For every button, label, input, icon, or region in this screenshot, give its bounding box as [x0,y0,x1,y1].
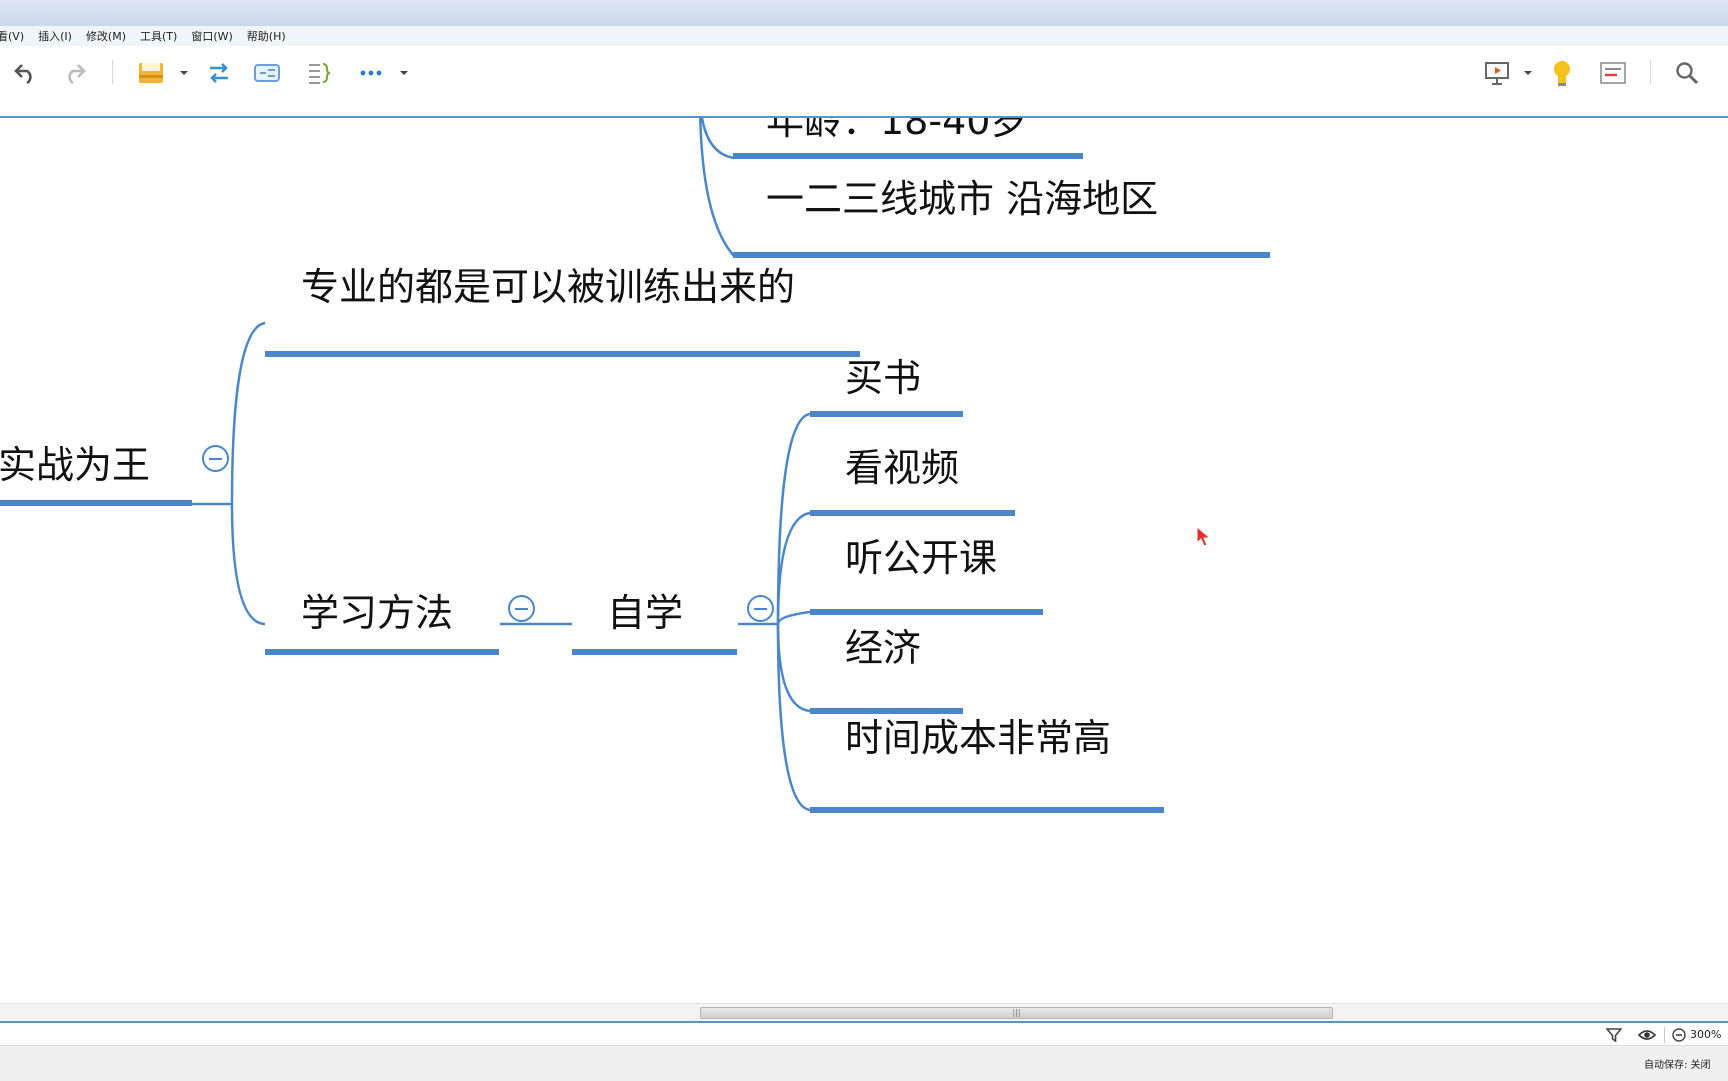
menu-insert[interactable]: 插入(I) [38,28,72,44]
self-study-collapse-button[interactable] [747,595,774,622]
menu-tools[interactable]: 工具(T) [140,28,177,44]
node-cities[interactable]: 一二三线城市 沿海地区 [766,180,1158,218]
boundary-icon[interactable] [252,58,282,88]
more-dropdown-icon[interactable] [398,58,410,88]
node-leaf[interactable]: 买书 [845,359,921,397]
node-leaf-underline [810,807,1164,813]
node-leaf-underline [810,510,1015,516]
presentation-dropdown-icon[interactable] [1522,58,1534,88]
node-age-underline [733,153,1083,159]
search-icon[interactable] [1672,58,1702,88]
bottom-bar: 自动保存: 关闭 [0,1045,1728,1081]
dropdown-icon[interactable] [178,58,190,88]
node-self-study-underline [572,649,737,655]
node-leaf[interactable]: 时间成本非常高 [845,719,1111,757]
save-icon[interactable] [136,58,166,88]
node-age[interactable]: 年龄：18-40岁 [766,118,1028,140]
outline-icon[interactable] [1598,58,1628,88]
presentation-icon[interactable] [1482,58,1512,88]
method-collapse-button[interactable] [508,595,535,622]
node-leaf-underline [810,609,1043,615]
node-leaf[interactable]: 经济 [845,629,921,667]
node-method-underline [265,649,499,655]
relationship-icon[interactable] [204,58,234,88]
horizontal-scrollbar[interactable]: ||| [0,1003,1728,1022]
redo-icon[interactable] [60,58,90,88]
root-collapse-button[interactable] [202,445,229,472]
summary-icon[interactable] [304,58,334,88]
menu-bar: 查看(V) 插入(I) 修改(M) 工具(T) 窗口(W) 帮助(H) [0,26,1728,46]
more-icon[interactable] [358,58,384,88]
node-leaf[interactable]: 看视频 [845,449,959,487]
toolbar [0,46,1728,118]
menu-help[interactable]: 帮助(H) [247,28,286,44]
zoom-level[interactable]: 300% [1690,1028,1721,1041]
menu-window[interactable]: 窗口(W) [191,28,232,44]
filter-icon[interactable] [1606,1027,1622,1043]
undo-icon[interactable] [10,58,40,88]
eye-icon[interactable] [1638,1028,1656,1042]
node-professional-underline [265,351,860,357]
node-method[interactable]: 学习方法 [301,594,453,632]
scrollbar-thumb[interactable]: ||| [700,1007,1333,1019]
node-leaf[interactable]: 听公开课 [845,539,997,577]
node-self-study[interactable]: 自学 [607,594,683,632]
toolbar-separator [112,60,113,84]
mindmap-canvas[interactable]: 年龄：18-40岁 一二三线城市 沿海地区 实战为王 专业的都是可以被训练出来的… [0,118,1728,1003]
window-titlebar [0,0,1728,28]
toolbar-separator-right [1650,60,1651,84]
zoom-out-icon[interactable] [1672,1028,1686,1042]
node-professional[interactable]: 专业的都是可以被训练出来的 [301,268,795,306]
node-cities-underline [733,252,1270,258]
autosave-status[interactable]: 自动保存: 关闭 [1644,1056,1711,1071]
status-separator [1664,1027,1665,1043]
node-root[interactable]: 实战为王 [0,446,150,484]
menu-modify[interactable]: 修改(M) [86,28,126,44]
menu-view[interactable]: 查看(V) [0,28,24,44]
node-root-underline [0,500,192,506]
node-leaf-underline [810,411,963,417]
mouse-cursor-icon [1196,526,1212,547]
idea-icon[interactable] [1548,58,1576,88]
node-leaf-underline [810,708,963,714]
status-bar: 300% [0,1021,1728,1047]
